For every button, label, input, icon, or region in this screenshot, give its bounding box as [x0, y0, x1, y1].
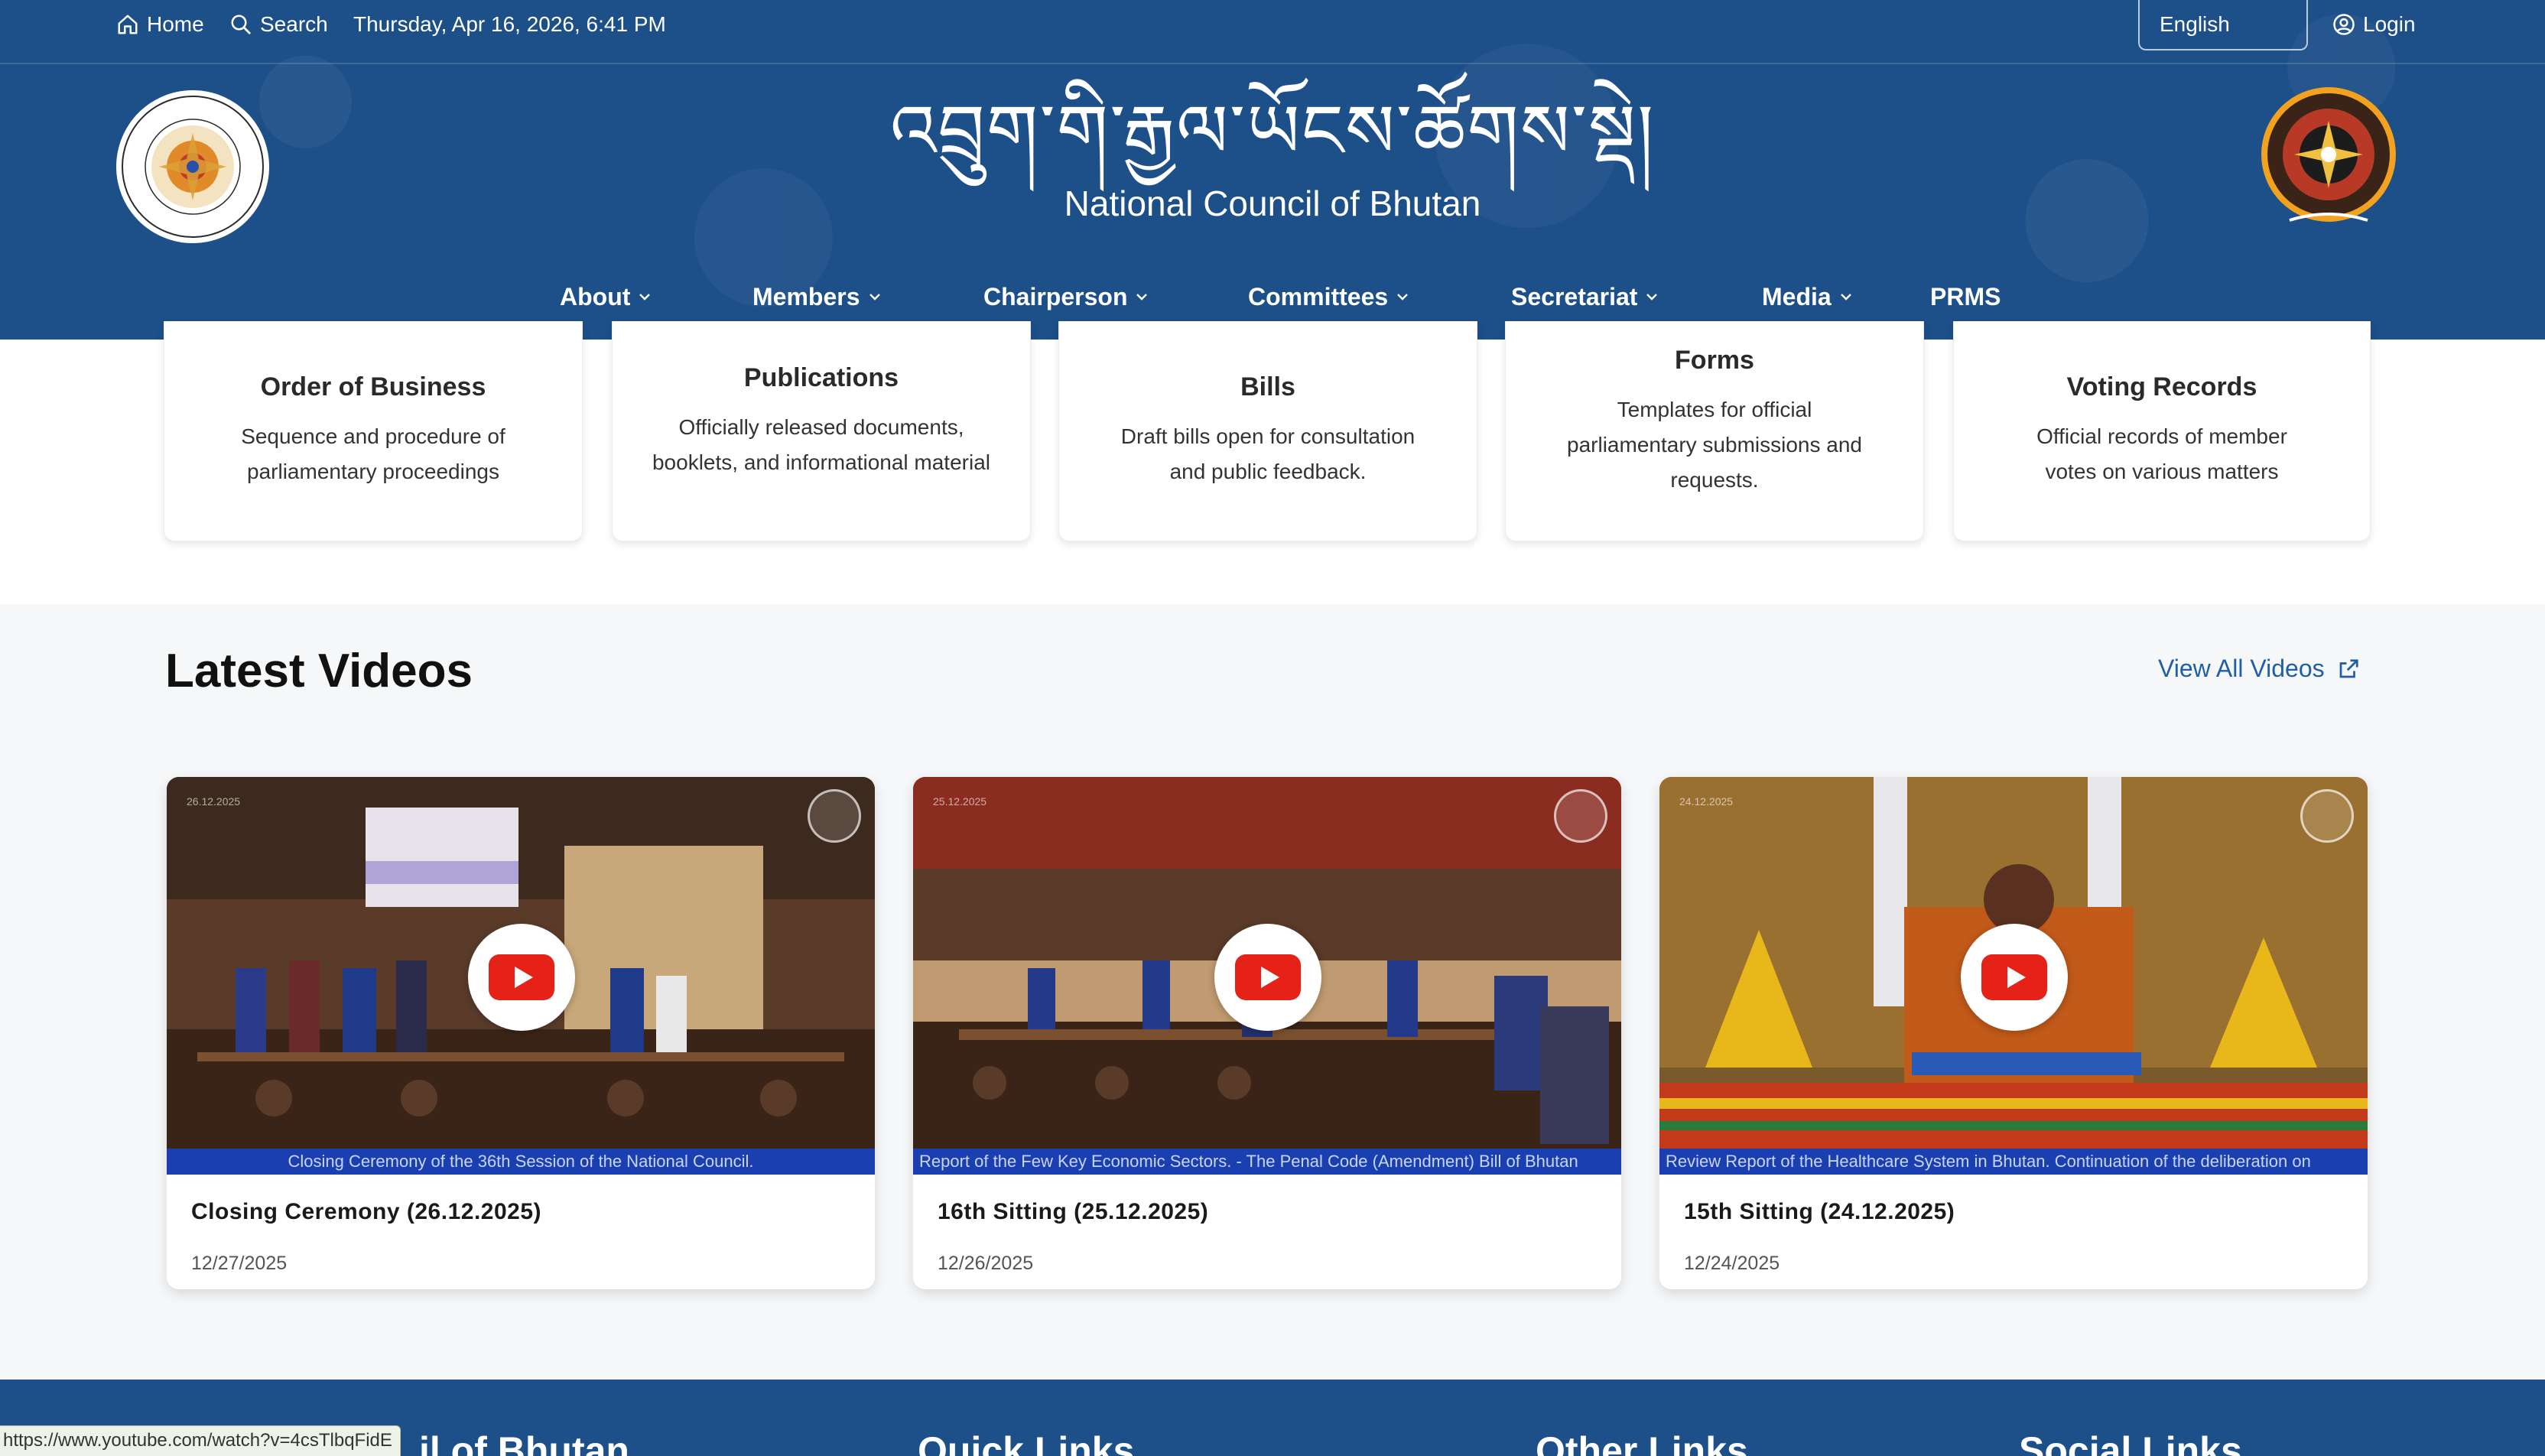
video-ticker: Report of the Few Key Economic Sectors. … — [913, 1149, 1621, 1175]
datetime-text: Thursday, Apr 16, 2026, 6:41 PM — [353, 12, 666, 36]
nav-committees[interactable]: Committees — [1248, 275, 1409, 318]
video-card[interactable]: 26.12.2025 Closing Ceremony of the 36th … — [167, 777, 875, 1289]
nav-members-label: Members — [752, 282, 860, 310]
card-title: Order of Business — [260, 372, 486, 401]
search-link[interactable]: Search — [229, 0, 328, 49]
nav-about-label: About — [560, 282, 631, 310]
card-publications[interactable]: Publications Officially released documen… — [612, 321, 1031, 541]
nav-chairperson[interactable]: Chairperson — [983, 275, 1149, 318]
chevron-down-icon — [1397, 294, 1409, 301]
video-date-stamp: 26.12.2025 — [187, 795, 241, 808]
home-link[interactable]: Home — [116, 0, 204, 49]
current-datetime: Thursday, Apr 16, 2026, 6:41 PM — [353, 0, 666, 49]
youtube-play-icon — [1235, 954, 1301, 1000]
site-header: Home Search Thursday, Apr 16, 2026, 6:41… — [0, 0, 2545, 340]
footer-heading-other-links: Other Links — [1536, 1429, 1748, 1456]
search-label: Search — [260, 12, 328, 36]
card-title: Publications — [743, 363, 899, 392]
video-date: 12/27/2025 — [191, 1253, 288, 1274]
language-select[interactable]: English — [2138, 0, 2308, 50]
video-date: 12/24/2025 — [1684, 1253, 1780, 1274]
language-value: English — [2160, 12, 2230, 36]
video-date: 12/26/2025 — [938, 1253, 1034, 1274]
card-description: Templates for official parliamentary sub… — [1567, 398, 1862, 492]
search-icon — [231, 15, 251, 34]
nav-prms[interactable]: PRMS — [1930, 275, 2001, 318]
video-thumbnail[interactable]: 24.12.2025 Review Report of the Healthca… — [1659, 777, 2368, 1175]
nav-members[interactable]: Members — [752, 275, 882, 318]
nav-committees-label: Committees — [1248, 282, 1389, 310]
chevron-down-icon — [1136, 294, 1148, 301]
login-link[interactable]: Login — [2332, 0, 2416, 49]
chevron-down-icon — [869, 294, 880, 301]
nav-chairperson-label: Chairperson — [983, 282, 1128, 310]
view-all-label: View All Videos — [2158, 655, 2325, 682]
view-all-videos-link[interactable]: View All Videos — [2158, 655, 2360, 683]
watermark-emblem-icon — [2300, 789, 2354, 843]
play-button[interactable] — [1214, 924, 1321, 1031]
video-thumbnail[interactable]: 26.12.2025 Closing Ceremony of the 36th … — [167, 777, 875, 1175]
card-bills[interactable]: Bills Draft bills open for consultation … — [1058, 321, 1477, 541]
video-title[interactable]: Closing Ceremony (26.12.2025) — [191, 1199, 541, 1225]
video-card[interactable]: 25.12.2025 Report of the Few Key Economi… — [913, 777, 1621, 1289]
footer-heading-social-links: Social Links — [2019, 1429, 2242, 1456]
card-voting-records[interactable]: Voting Records Official records of membe… — [1953, 321, 2371, 541]
card-description: Official records of member votes on vari… — [2036, 424, 2287, 483]
video-thumbnail[interactable]: 25.12.2025 Report of the Few Key Economi… — [913, 777, 1621, 1175]
card-order-of-business[interactable]: Order of Business Sequence and procedure… — [164, 321, 583, 541]
english-title: National Council of Bhutan — [1064, 184, 1481, 223]
play-button[interactable] — [468, 924, 575, 1031]
external-link-icon — [2339, 658, 2358, 678]
card-description: Officially released documents, booklets,… — [652, 415, 990, 474]
browser-status-url: https://www.youtube.com/watch?v=4csTlbqF… — [0, 1425, 401, 1456]
chevron-down-icon — [639, 294, 651, 301]
card-title: Bills — [1240, 372, 1295, 401]
nav-media-label: Media — [1762, 282, 1832, 310]
nav-secretariat-label: Secretariat — [1511, 282, 1638, 310]
top-utility-bar: Home Search Thursday, Apr 16, 2026, 6:41… — [0, 0, 2545, 64]
footer-heading-quick-links: Quick Links — [918, 1429, 1135, 1456]
card-title: Forms — [1675, 346, 1754, 375]
video-date-stamp: 24.12.2025 — [1679, 795, 1734, 808]
youtube-play-icon — [1981, 954, 2047, 1000]
video-card[interactable]: 24.12.2025 Review Report of the Healthca… — [1659, 777, 2368, 1289]
youtube-play-icon — [489, 954, 554, 1000]
nav-secretariat[interactable]: Secretariat — [1511, 275, 1659, 318]
dzongkha-title: འབྲུག་གི་རྒྱལ་ཡོངས་ཚོགས་སྡེ། — [889, 89, 1656, 174]
video-ticker: Review Report of the Healthcare System i… — [1659, 1149, 2368, 1175]
nav-prms-label: PRMS — [1930, 282, 2001, 310]
home-icon — [118, 15, 138, 34]
card-description: Sequence and procedure of parliamentary … — [241, 424, 505, 483]
footer-heading-council: il of Bhutan — [419, 1429, 629, 1456]
video-title[interactable]: 15th Sitting (24.12.2025) — [1684, 1199, 1955, 1225]
nav-media[interactable]: Media — [1762, 275, 1853, 318]
nav-about[interactable]: About — [560, 275, 652, 318]
chevron-down-icon — [1840, 294, 1851, 301]
video-ticker: Closing Ceremony of the 36th Session of … — [167, 1149, 875, 1175]
login-label: Login — [2363, 12, 2416, 36]
home-label: Home — [147, 12, 204, 36]
latest-videos-heading: Latest Videos — [165, 645, 473, 697]
card-description: Draft bills open for consultation and pu… — [1120, 424, 1416, 483]
card-title: Voting Records — [2066, 372, 2257, 401]
watermark-emblem-icon — [1554, 789, 1607, 843]
card-forms[interactable]: Forms Templates for official parliamenta… — [1505, 321, 1924, 541]
user-circle-icon — [2333, 14, 2355, 35]
watermark-emblem-icon — [808, 789, 861, 843]
video-date-stamp: 25.12.2025 — [933, 795, 987, 808]
chevron-down-icon — [1646, 294, 1658, 301]
video-title[interactable]: 16th Sitting (25.12.2025) — [938, 1199, 1208, 1225]
play-button[interactable] — [1961, 924, 2068, 1031]
